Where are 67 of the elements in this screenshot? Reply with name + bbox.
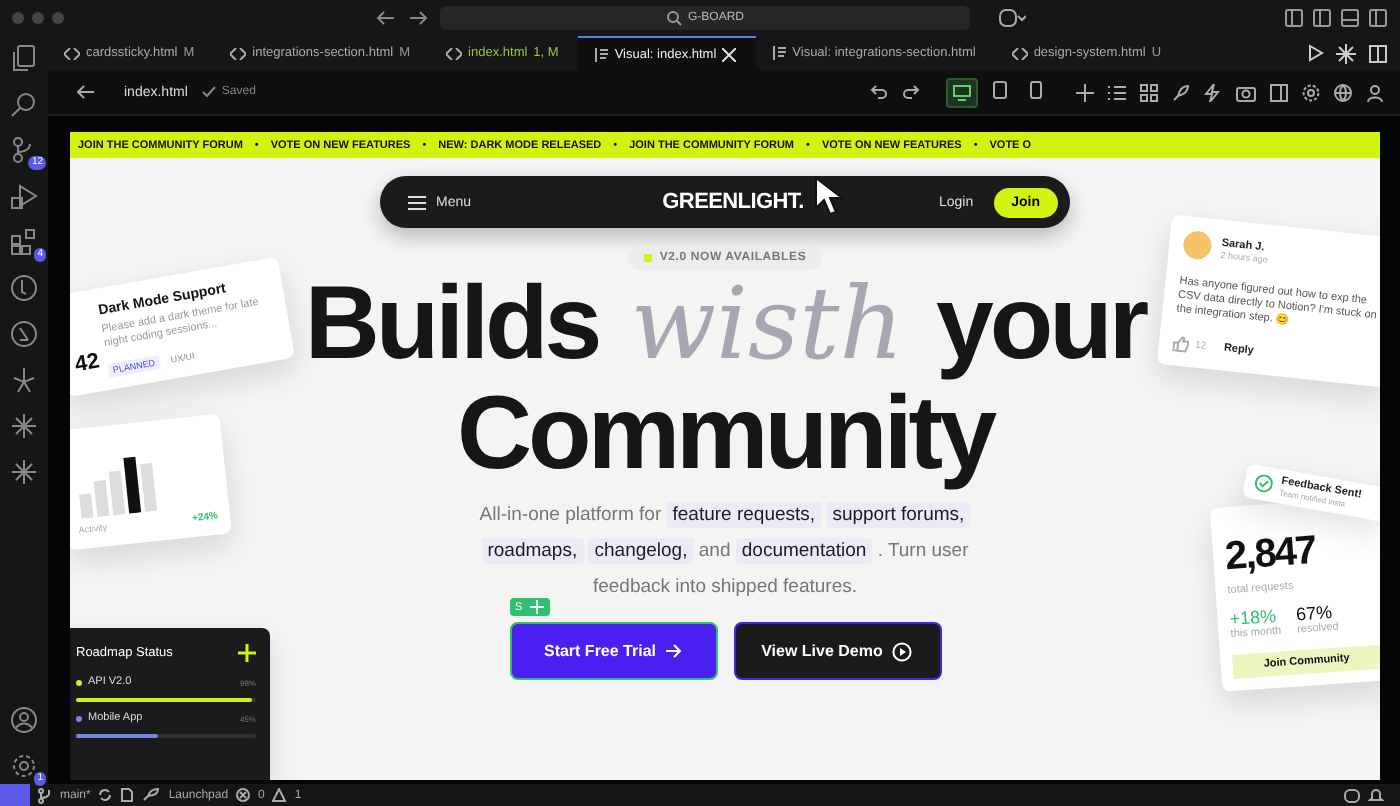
account-icon[interactable]: [10, 706, 38, 734]
plus-icon[interactable]: [1076, 83, 1094, 101]
bell-icon[interactable]: [1368, 787, 1384, 803]
file-icon[interactable]: [120, 788, 135, 802]
code-file-icon: [230, 47, 247, 59]
search-icon[interactable]: [10, 90, 38, 118]
back-arrow-icon[interactable]: [76, 84, 94, 100]
vote-count: 42: [73, 349, 103, 382]
files-icon[interactable]: [10, 44, 38, 72]
globe-icon[interactable]: [1334, 83, 1352, 101]
layout-toggle-icon[interactable]: [1312, 8, 1332, 28]
starburst-icon[interactable]: [10, 458, 38, 486]
desktop-icon: [952, 83, 972, 101]
run-debug-icon[interactable]: [10, 182, 38, 210]
resolved-value: 67%: [1295, 601, 1333, 625]
headline-word: wisth: [630, 270, 904, 380]
code-file-icon: [64, 47, 80, 59]
extensions-icon[interactable]: [10, 228, 38, 256]
person-icon[interactable]: [1366, 83, 1384, 101]
layout-toggle-icon[interactable]: [1368, 8, 1388, 28]
phone-icon: [1030, 80, 1042, 100]
split-editor-icon[interactable]: [1368, 43, 1388, 63]
play-icon[interactable]: [1308, 44, 1324, 62]
check-circle-icon: [1253, 473, 1275, 494]
back-arrow-icon[interactable]: [376, 10, 396, 26]
starburst-icon[interactable]: [10, 412, 38, 440]
warning-icon: [272, 788, 287, 802]
total-count: 2,847: [1223, 527, 1319, 582]
close-icon[interactable]: [722, 47, 737, 61]
code-file-icon: [446, 47, 463, 59]
logo[interactable]: GREENLIGHT.: [662, 190, 804, 214]
sync-icon[interactable]: [98, 788, 113, 802]
growth-value: +18%: [1228, 605, 1277, 630]
live-demo-button[interactable]: View Live Demo: [733, 622, 941, 680]
gear-icon[interactable]: [1302, 83, 1320, 101]
error-icon: [236, 788, 251, 802]
camera-icon[interactable]: [1236, 83, 1256, 101]
sidebar-toggle-icon[interactable]: [1270, 83, 1288, 101]
settings-icon[interactable]: [10, 752, 38, 780]
undo-icon[interactable]: [870, 84, 888, 100]
headline-word: your: [935, 270, 1146, 380]
search-icon: [665, 10, 682, 26]
lightning-icon[interactable]: [1204, 83, 1222, 101]
check-icon: [201, 86, 216, 98]
thumbs-up-icon[interactable]: [1172, 335, 1190, 353]
desktop-preview-button[interactable]: [946, 77, 978, 107]
layout-toggle-icon[interactable]: [1284, 8, 1304, 28]
tablet-icon: [992, 80, 1008, 100]
spark-icon[interactable]: [10, 366, 38, 394]
list-icon[interactable]: [1108, 83, 1126, 101]
menu-icon: [408, 195, 426, 209]
arrow-right-icon: [666, 644, 683, 658]
sparkle-icon: [238, 644, 256, 662]
headline-word: Builds: [304, 270, 599, 380]
code-file-icon: [1011, 47, 1028, 59]
redo-icon[interactable]: [902, 84, 920, 100]
forward-arrow-icon[interactable]: [408, 10, 428, 26]
visual-file-icon: [594, 47, 609, 61]
layout-toggle-icon[interactable]: [1340, 8, 1360, 28]
grid-icon[interactable]: [1140, 83, 1158, 101]
branch-icon: [38, 787, 52, 803]
play-circle-icon: [892, 641, 913, 661]
headline-word: Community: [457, 380, 993, 490]
visual-file-icon: [772, 46, 787, 60]
avatar: [1182, 229, 1213, 261]
starburst-icon[interactable]: [1336, 43, 1356, 63]
start-trial-button[interactable]: Start Free Trial: [509, 622, 717, 680]
